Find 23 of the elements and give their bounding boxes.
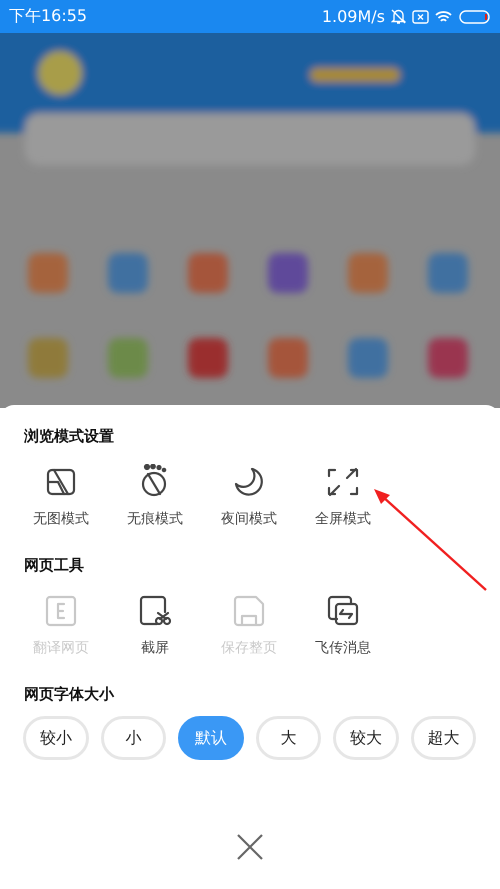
section-title: 网页字体大小 [24, 685, 116, 704]
battery-icon [459, 10, 491, 24]
menu-item[interactable]: 夜间模式 [202, 458, 296, 534]
section-title: 浏览模式设置 [24, 427, 115, 446]
font-size-option[interactable]: 大 [256, 716, 321, 760]
menu-item[interactable]: 无痕模式 [108, 458, 202, 534]
bell-off-icon [391, 8, 406, 25]
menu-item[interactable]: 截屏 [108, 587, 202, 663]
clock: 下午16:55 [9, 6, 88, 27]
sim-icon [412, 10, 429, 24]
translate-icon [43, 593, 79, 629]
section-title: 网页工具 [24, 556, 85, 575]
font-size-option[interactable]: 小 [100, 716, 166, 760]
wifi-icon [435, 10, 453, 24]
font-size-option[interactable]: 较小 [23, 716, 88, 760]
network-speed: 1.09M/s [322, 7, 385, 26]
menu-item[interactable]: 全屏模式 [296, 458, 390, 534]
save-icon [231, 593, 267, 629]
menu-item[interactable]: 飞传消息 [296, 587, 390, 663]
font-size-option[interactable]: 较大 [333, 716, 398, 760]
close-icon[interactable] [236, 833, 264, 861]
menu-item[interactable]: 无图模式 [14, 458, 108, 534]
font-size-option[interactable]: 超大 [410, 716, 476, 760]
